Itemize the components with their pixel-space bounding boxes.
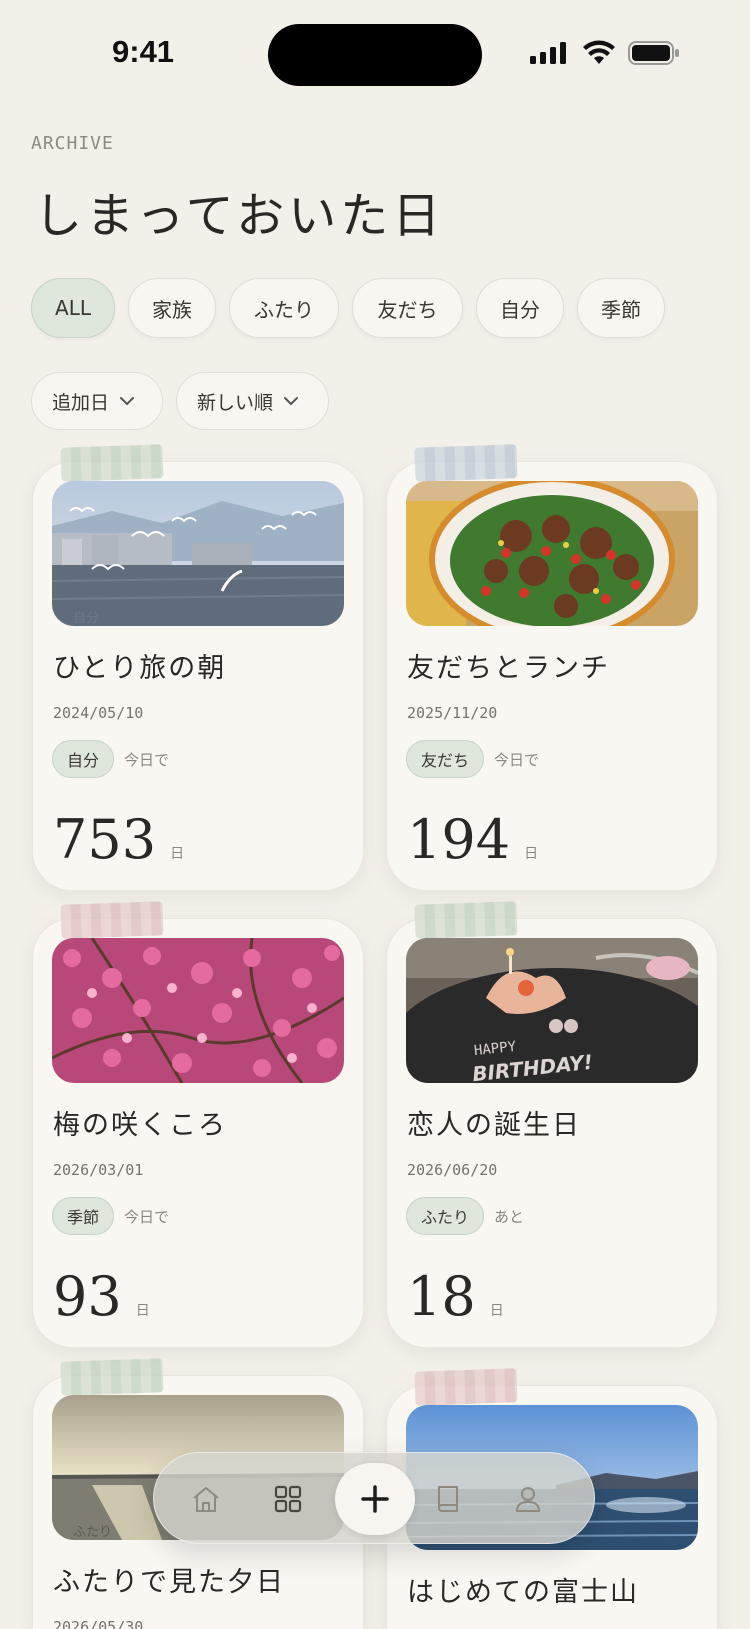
sort-field-label: 追加日	[52, 391, 110, 414]
card-title: 梅の咲くころ	[53, 1110, 227, 1141]
card-photo-lunch	[406, 481, 698, 626]
day-count: 93	[53, 1265, 122, 1328]
card-badge-row: 友だち 今日で	[406, 740, 539, 778]
card-photo-plum-blossoms	[52, 938, 344, 1083]
sort-field-dropdown[interactable]: 追加日	[31, 372, 163, 430]
relation-label: 今日で	[124, 750, 170, 769]
photo-caption: 自分	[73, 611, 100, 626]
status-bar: 9:41	[0, 0, 750, 110]
day-unit: 日	[170, 846, 185, 862]
category-badge: 友だち	[406, 740, 485, 778]
card-date: 2024/05/10	[53, 704, 144, 722]
card-date: 2026/05/30	[53, 1618, 144, 1629]
washi-tape	[60, 444, 164, 482]
category-badge: 季節	[52, 1197, 115, 1235]
card-date: 2025/11/20	[407, 704, 498, 722]
card-title: ふたりで見た夕日	[53, 1567, 285, 1598]
sort-controls: 追加日 新しい順	[31, 372, 329, 430]
book-icon	[438, 1486, 458, 1512]
sort-order-dropdown[interactable]: 新しい順	[176, 372, 329, 430]
memory-card[interactable]: 自分 ひとり旅の朝 2024/05/10 自分 今日で 753 日	[32, 444, 364, 891]
plus-icon	[361, 1485, 389, 1513]
memory-card[interactable]: HAPPY BIRTHDAY! 恋人の誕生日 2026/06/20 ふたり あと…	[386, 901, 718, 1348]
dynamic-island	[268, 24, 482, 86]
washi-tape	[60, 901, 164, 939]
memory-card[interactable]: 梅の咲くころ 2026/03/01 季節 今日で 93 日	[32, 901, 364, 1348]
card-badge-row: 季節 今日で	[52, 1197, 169, 1235]
day-counter: 18 日	[407, 1265, 504, 1328]
day-unit: 日	[135, 1303, 150, 1319]
nav-home[interactable]	[186, 1479, 226, 1519]
category-badge: 自分	[52, 740, 115, 778]
filter-chip-family[interactable]: 家族	[128, 278, 216, 338]
add-memory-button[interactable]	[335, 1463, 415, 1535]
filter-chip-couple[interactable]: ふたり	[229, 278, 339, 338]
day-count: 194	[407, 808, 511, 871]
filter-chip-friends[interactable]: 友だち	[352, 278, 463, 338]
relation-label: あと	[494, 1207, 525, 1226]
card-title: 恋人の誕生日	[407, 1110, 581, 1141]
person-icon	[516, 1487, 540, 1512]
chevron-down-icon	[284, 397, 299, 406]
filter-chip-self[interactable]: 自分	[476, 278, 564, 338]
day-count: 18	[407, 1265, 476, 1328]
card-badge-row: 自分 今日で	[52, 740, 169, 778]
day-unit: 日	[524, 846, 539, 862]
washi-tape	[60, 1358, 164, 1396]
page-title: しまっておいた日	[34, 188, 445, 244]
card-title: 友だちとランチ	[407, 653, 610, 684]
card-badge-row: ふたり あと	[406, 1197, 524, 1235]
wifi-icon	[583, 40, 615, 64]
card-title: ひとり旅の朝	[53, 653, 227, 684]
battery-icon	[628, 41, 679, 65]
status-time: 9:41	[112, 34, 175, 69]
card-photo-birthday-cake: HAPPY BIRTHDAY!	[406, 938, 698, 1083]
washi-tape	[414, 901, 518, 939]
day-counter: 194 日	[407, 808, 538, 871]
day-counter: 93 日	[53, 1265, 150, 1328]
nav-profile[interactable]	[508, 1479, 548, 1519]
memory-card[interactable]: 友だちとランチ 2025/11/20 友だち 今日で 194 日	[386, 444, 718, 891]
card-date: 2026/06/20	[407, 1161, 498, 1179]
status-icons	[530, 38, 680, 68]
day-count: 753	[53, 808, 157, 871]
filter-chip-all[interactable]: ALL	[31, 278, 115, 338]
card-title: はじめての富士山	[407, 1577, 639, 1608]
nav-journal[interactable]	[428, 1479, 468, 1519]
card-date: 2026/03/01	[53, 1161, 144, 1179]
relation-label: 今日で	[124, 1207, 170, 1226]
filter-chip-season[interactable]: 季節	[577, 278, 665, 338]
card-photo-seagulls: 自分	[52, 481, 344, 626]
home-icon	[193, 1487, 219, 1512]
signal-icon	[530, 42, 566, 64]
filter-chips: ALL 家族 ふたり 友だち 自分 季節	[31, 278, 665, 338]
nav-grid[interactable]	[268, 1479, 308, 1519]
day-unit: 日	[489, 1303, 504, 1319]
washi-tape	[414, 1368, 518, 1406]
washi-tape	[414, 444, 518, 482]
day-counter: 753 日	[53, 808, 184, 871]
grid-icon	[274, 1485, 302, 1513]
relation-label: 今日で	[494, 750, 540, 769]
photo-caption: ふたり	[73, 1525, 113, 1540]
sort-order-label: 新しい順	[197, 391, 274, 414]
category-badge: ふたり	[406, 1197, 485, 1235]
bottom-nav	[153, 1452, 595, 1544]
chevron-down-icon	[120, 397, 135, 406]
page-eyebrow: ARCHIVE	[31, 133, 114, 154]
